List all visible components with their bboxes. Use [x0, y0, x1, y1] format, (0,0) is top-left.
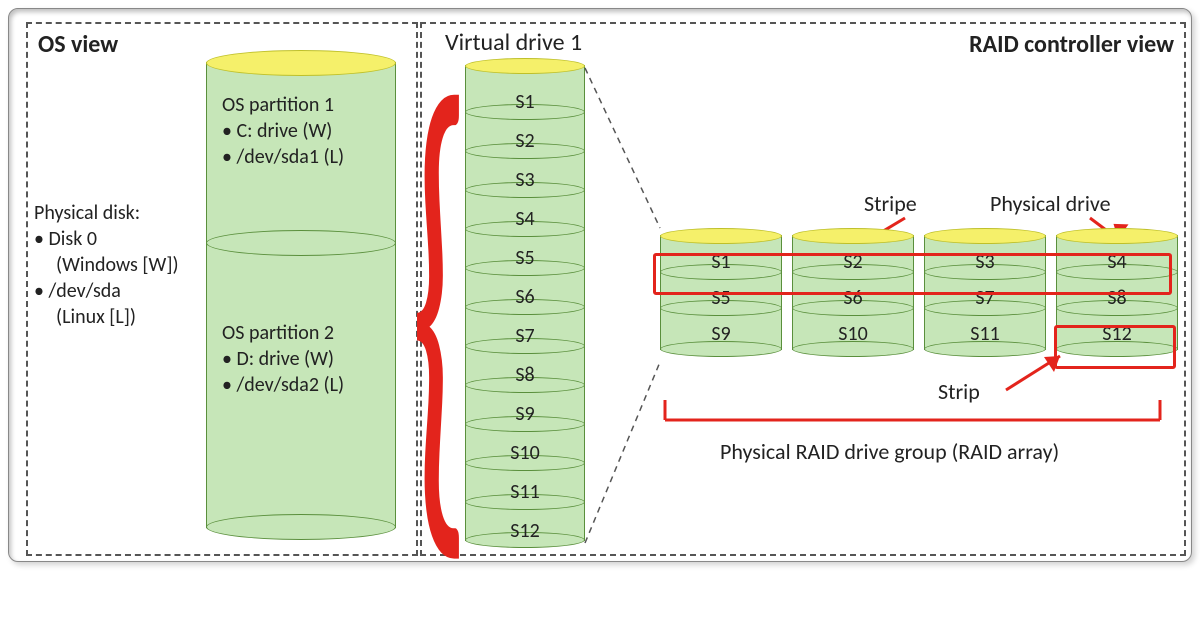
physical-disk-block: Physical disk: • Disk 0 (Windows [W]) • …: [34, 200, 179, 330]
vd-segment-label: S2: [465, 129, 585, 153]
physical-drive-label: Physical drive: [990, 190, 1111, 217]
vd-segment-label: S10: [465, 441, 585, 465]
strip-label: Strip: [938, 378, 980, 405]
raid-cell-label: S9: [660, 322, 782, 346]
strip-highlight: [1054, 325, 1176, 369]
os-view-title: OS view: [38, 30, 118, 59]
raid-view-title: RAID controller view: [969, 30, 1174, 59]
vd-segment-label: S4: [465, 207, 585, 231]
stripe-highlight: [653, 253, 1172, 295]
partition1-item-0: C: drive (W): [236, 119, 332, 143]
physical-disk-title: Physical disk:: [34, 200, 179, 226]
vd-segment-label: S12: [465, 519, 585, 543]
partition2-item-0: D: drive (W): [236, 347, 333, 371]
physical-disk-item-1: (Windows [W]): [56, 252, 179, 278]
virtual-drive-cylinder: S1 S2 S3 S4 S5 S6 S7 S8 S9 S10 S11 S12: [465, 58, 585, 548]
vd-segment-label: S3: [465, 168, 585, 192]
partition1-block: OS partition 1 • C: drive (W) • /dev/sda…: [222, 92, 344, 170]
vd-segment-label: S9: [465, 402, 585, 426]
vd-segment-label: S6: [465, 285, 585, 309]
physical-disk-item-3: (Linux [L]): [56, 304, 179, 330]
vd-segment-label: S5: [465, 246, 585, 270]
vd-segment-label: S8: [465, 363, 585, 387]
partition1-title: OS partition 1: [222, 92, 344, 118]
vd-segment-label: S1: [465, 90, 585, 114]
stripe-label: Stripe: [864, 190, 917, 217]
raid-cell-label: S10: [792, 322, 914, 346]
physical-disk-item-0: Disk 0: [48, 227, 96, 251]
partition2-block: OS partition 2 • D: drive (W) • /dev/sda…: [222, 320, 344, 398]
partition2-title: OS partition 2: [222, 320, 344, 346]
diagram-root: OS view RAID controller view Virtual dri…: [0, 0, 1200, 570]
physical-disk-item-2: /dev/sda: [48, 279, 120, 303]
group-label: Physical RAID drive group (RAID array): [720, 438, 1059, 465]
partition1-item-1: /dev/sda1 (L): [236, 145, 344, 169]
raid-cell-label: S11: [924, 322, 1046, 346]
partition2-item-1: /dev/sda2 (L): [236, 373, 344, 397]
vd-segment-label: S11: [465, 480, 585, 504]
vd-segment-label: S7: [465, 324, 585, 348]
